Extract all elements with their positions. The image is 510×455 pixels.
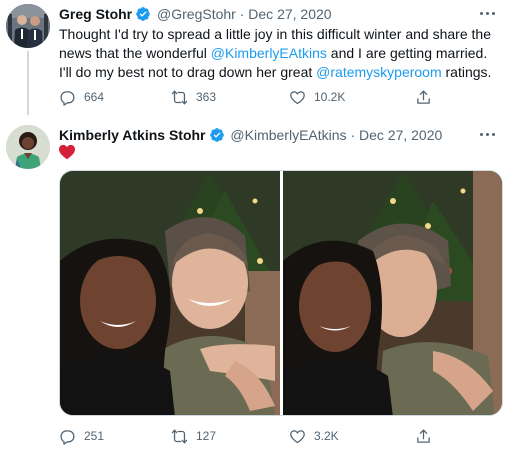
tweet-actions: 664 363 10.2K bbox=[59, 87, 459, 107]
tweet-date[interactable]: Dec 27, 2020 bbox=[248, 6, 331, 22]
tweet-text-part: ratings. bbox=[441, 64, 492, 80]
author-name[interactable]: Greg Stohr bbox=[59, 6, 132, 22]
photo-selfie-kiss[interactable] bbox=[283, 171, 502, 415]
retweet-button[interactable]: 363 bbox=[171, 87, 216, 107]
separator-dot: · bbox=[239, 6, 245, 22]
like-count: 10.2K bbox=[314, 90, 346, 104]
reply-count: 251 bbox=[84, 429, 105, 443]
mention-link[interactable]: @ratemyskyperoom bbox=[316, 64, 441, 80]
tweet-date[interactable]: Dec 27, 2020 bbox=[359, 127, 442, 143]
retweet-count: 127 bbox=[196, 429, 217, 443]
tweet-header: Kimberly Atkins Stohr @KimberlyEAtkins ·… bbox=[59, 126, 442, 144]
retweet-count: 363 bbox=[196, 90, 217, 104]
tweet-kimberly[interactable]: Kimberly Atkins Stohr @KimberlyEAtkins ·… bbox=[0, 118, 510, 455]
retweet-icon bbox=[171, 89, 188, 105]
avatar-greg[interactable] bbox=[6, 4, 50, 48]
avatar-greg-image bbox=[6, 4, 50, 48]
avatar-kimberly-image bbox=[6, 125, 50, 169]
share-button[interactable] bbox=[415, 87, 440, 107]
reply-count: 664 bbox=[84, 90, 105, 104]
author-name[interactable]: Kimberly Atkins Stohr bbox=[59, 127, 206, 143]
photo-selfie-kiss-image bbox=[283, 171, 502, 415]
more-dots-icon[interactable] bbox=[478, 129, 498, 139]
verified-badge-icon bbox=[209, 128, 224, 142]
photo-grid bbox=[59, 170, 503, 416]
photo-selfie-smile[interactable] bbox=[60, 171, 280, 415]
tweet-greg[interactable]: Greg Stohr @GregStohr · Dec 27, 2020 Tho… bbox=[0, 0, 510, 118]
tweet-actions: 251 127 3.2K bbox=[59, 426, 459, 446]
like-count: 3.2K bbox=[314, 429, 339, 443]
thread-connector-line bbox=[27, 51, 29, 115]
reply-button[interactable]: 251 bbox=[59, 426, 104, 446]
retweet-icon bbox=[171, 428, 188, 444]
share-icon bbox=[417, 89, 430, 104]
tweet-text: Thought I'd try to spread a little joy i… bbox=[59, 25, 499, 82]
reply-icon bbox=[60, 90, 75, 106]
reply-button[interactable]: 664 bbox=[59, 87, 104, 107]
more-dots-icon[interactable] bbox=[478, 8, 498, 18]
author-handle[interactable]: @KimberlyEAtkins bbox=[230, 127, 346, 143]
author-handle[interactable]: @GregStohr bbox=[157, 6, 236, 22]
reply-icon bbox=[60, 429, 75, 445]
tweet-header: Greg Stohr @GregStohr · Dec 27, 2020 bbox=[59, 5, 332, 23]
separator-dot: · bbox=[350, 127, 356, 143]
avatar-kimberly[interactable] bbox=[6, 125, 50, 169]
share-icon bbox=[417, 428, 430, 443]
photo-selfie-smile-image bbox=[60, 171, 280, 415]
like-button[interactable]: 3.2K bbox=[289, 426, 339, 446]
retweet-button[interactable]: 127 bbox=[171, 426, 216, 446]
red-heart-icon bbox=[58, 144, 76, 160]
verified-badge-icon bbox=[136, 7, 150, 21]
like-button[interactable]: 10.2K bbox=[289, 87, 345, 107]
heart-outline-icon bbox=[290, 429, 305, 443]
mention-link[interactable]: @KimberlyEAtkins bbox=[211, 45, 327, 61]
share-button[interactable] bbox=[415, 426, 440, 446]
heart-outline-icon bbox=[290, 90, 305, 104]
